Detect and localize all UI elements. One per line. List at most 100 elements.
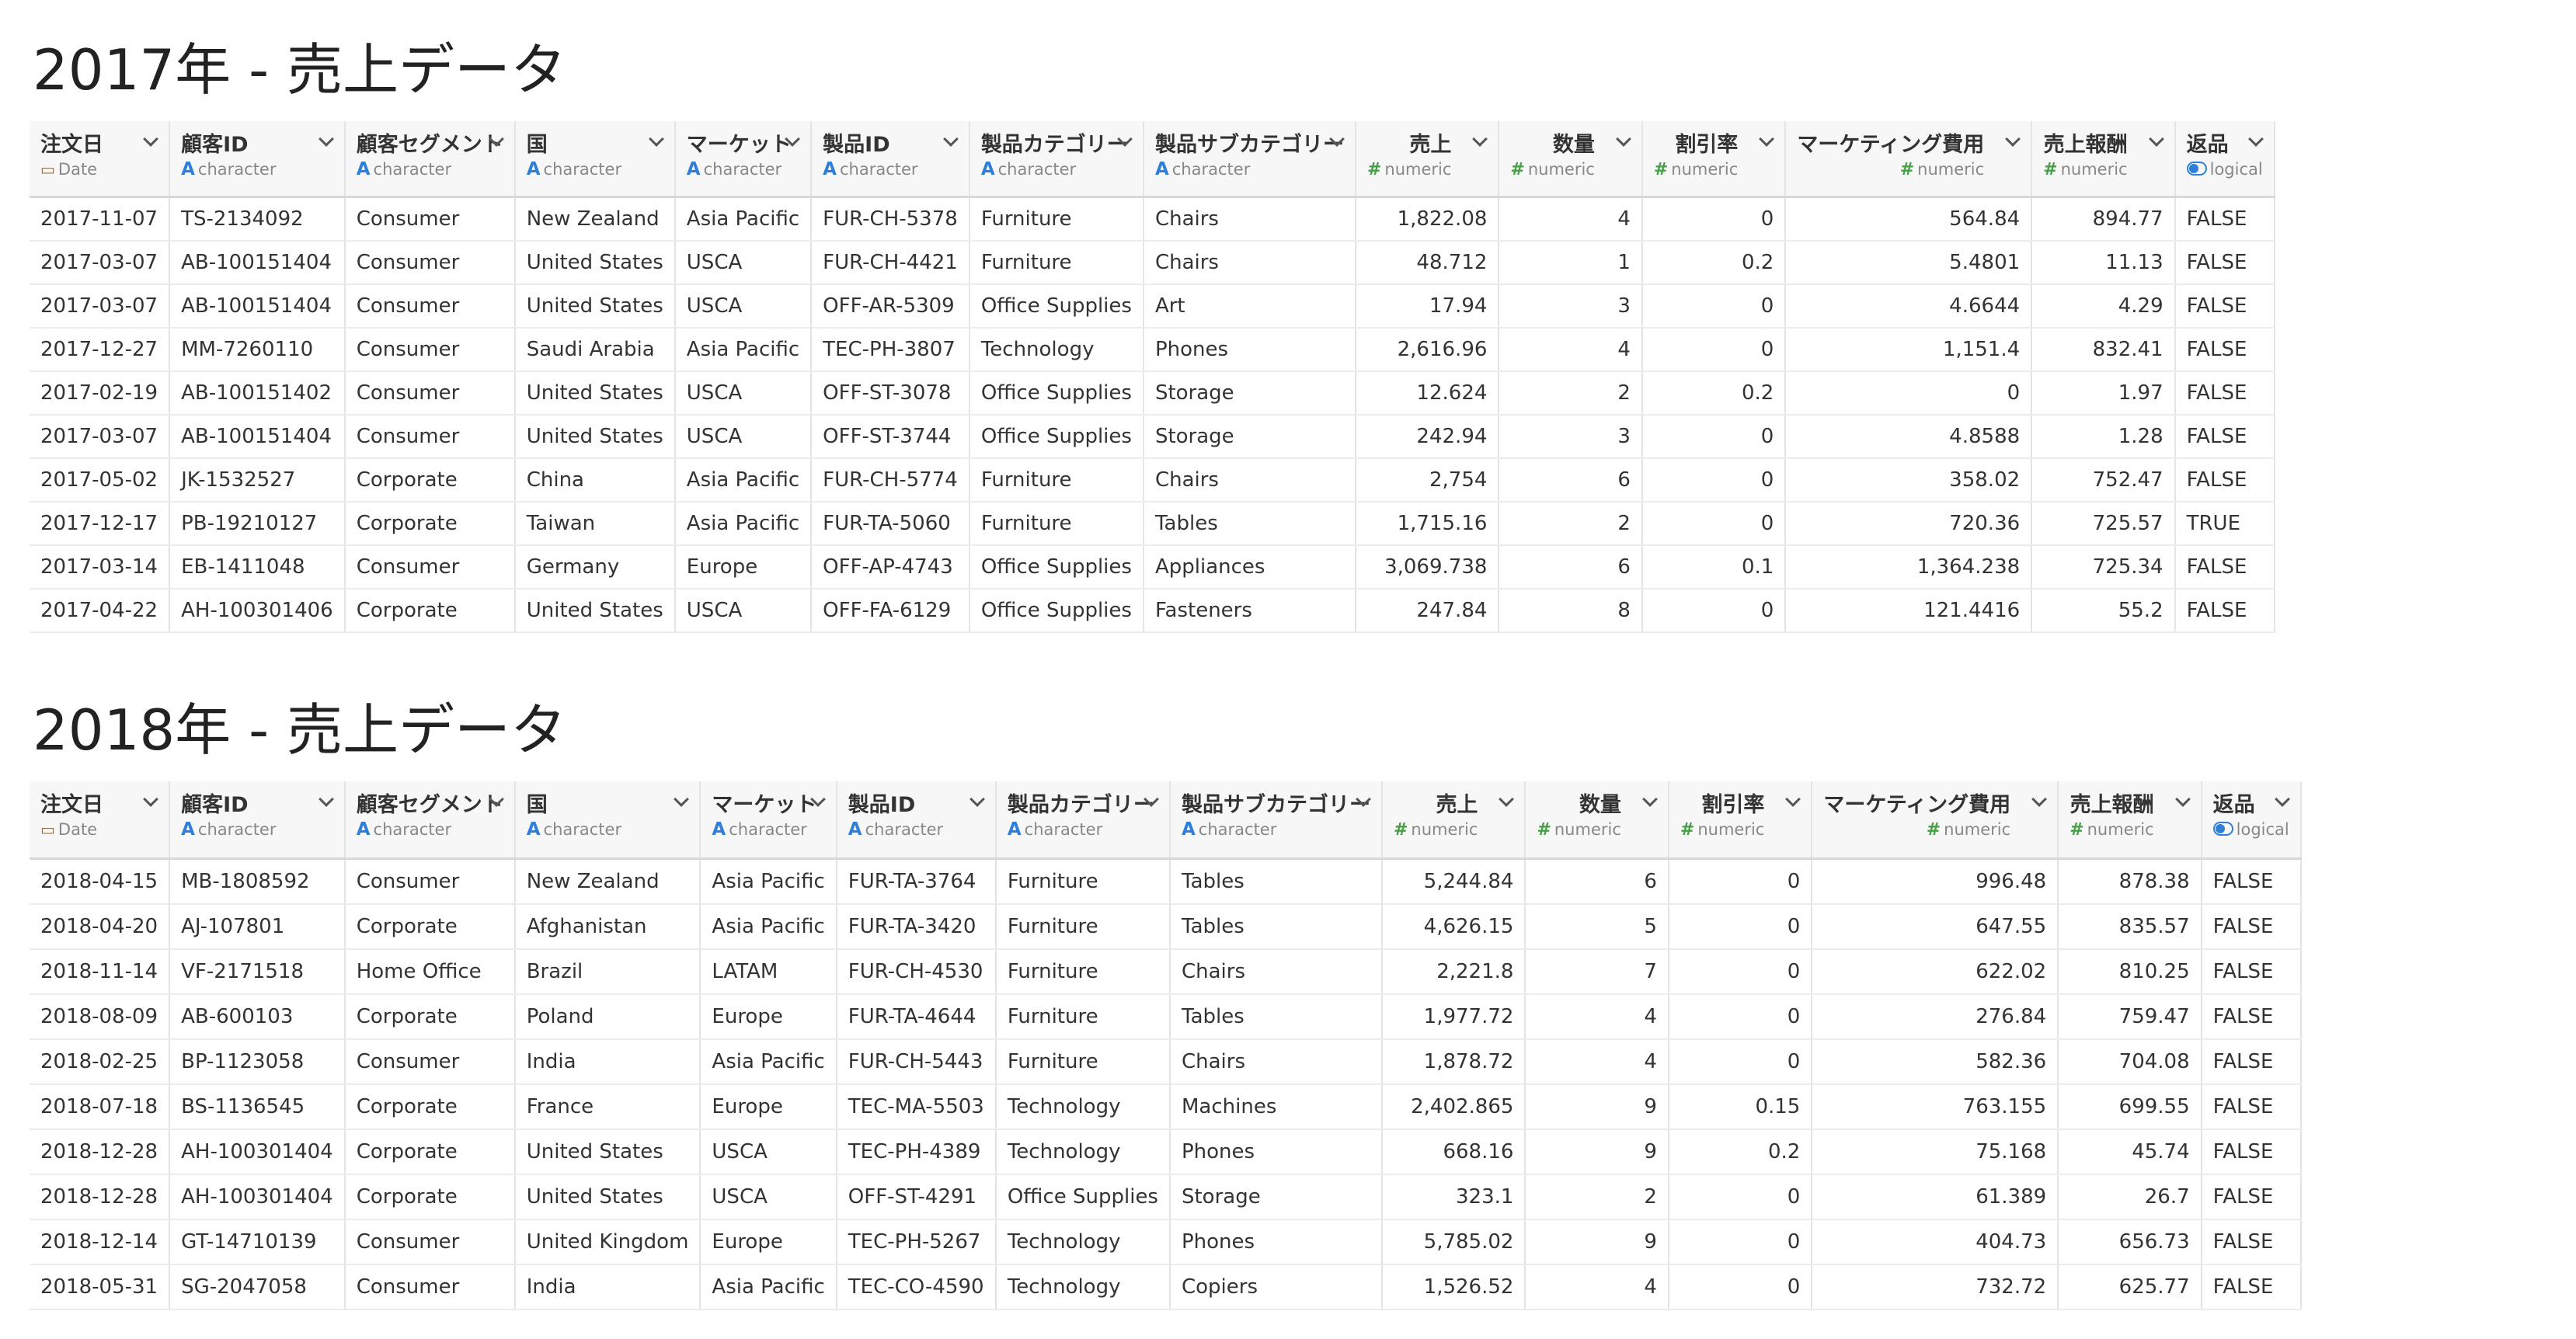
cell-order-date: 2017-12-27 xyxy=(30,328,171,372)
table-row: 2017-04-22 AH-100301406 Corporate United St… xyxy=(30,589,2275,633)
column-type-label: numeric xyxy=(1697,820,1765,839)
column-header-customer-id[interactable]: 顧客ID Acharacter xyxy=(169,781,346,860)
chevron-down-icon[interactable] xyxy=(2031,791,2048,807)
cell-order-date: 2017-05-02 xyxy=(30,458,171,503)
cell-quantity: 6 xyxy=(1525,858,1669,905)
column-header-market[interactable]: マーケット Acharacter xyxy=(674,121,813,198)
chevron-down-icon[interactable] xyxy=(2005,131,2021,147)
cell-marketing-cost: 0 xyxy=(1785,371,2033,416)
column-header-product-subcategory[interactable]: 製品サブカテゴリー Acharacter xyxy=(1143,121,1356,198)
column-header-marketing-cost[interactable]: マーケティング費用 # numeric xyxy=(1812,781,2059,860)
column-name: 製品サブカテゴリー xyxy=(1181,793,1370,817)
hash-icon: # xyxy=(1653,160,1669,179)
calendar-icon: ▭ xyxy=(40,820,55,839)
column-header-product-id[interactable]: 製品ID Acharacter xyxy=(836,781,997,860)
cell-product-category: Furniture xyxy=(969,197,1144,242)
cell-customer-id: VF-2171518 xyxy=(169,949,346,995)
column-name: 割引率 xyxy=(1675,133,1739,157)
chevron-down-icon[interactable] xyxy=(1499,791,1515,807)
column-name: 割引率 xyxy=(1701,793,1765,817)
text-type-icon: A xyxy=(1007,819,1022,840)
cell-quantity: 6 xyxy=(1499,458,1643,503)
column-type: Acharacter xyxy=(357,819,503,840)
cell-customer-segment: Consumer xyxy=(344,328,516,372)
cell-order-date: 2018-12-28 xyxy=(30,1129,171,1175)
cell-marketing-cost: 5.4801 xyxy=(1785,241,2033,285)
column-header-product-id[interactable]: 製品ID Acharacter xyxy=(811,121,970,198)
column-type-label: numeric xyxy=(1384,160,1452,179)
cell-country: New Zealand xyxy=(514,197,676,242)
column-type: # numeric xyxy=(1680,819,1764,841)
cell-customer-id: AH-100301406 xyxy=(169,589,346,633)
cell-product-id: TEC-PH-3807 xyxy=(811,328,970,372)
column-type-label: character xyxy=(197,820,277,839)
table-row: 2017-03-14 EB-1411048 Consumer Germany Europ… xyxy=(30,545,2275,590)
cell-customer-id: TS-2134092 xyxy=(169,197,346,242)
column-header-quantity[interactable]: 数量 # numeric xyxy=(1525,781,1669,860)
cell-market: Asia Pacific xyxy=(700,1039,837,1085)
column-header-quantity[interactable]: 数量 # numeric xyxy=(1499,121,1643,198)
column-name: マーケティング費用 xyxy=(1797,133,1985,157)
chevron-down-icon[interactable] xyxy=(1759,131,1775,147)
cell-customer-segment: Consumer xyxy=(344,197,516,242)
column-header-country[interactable]: 国 Acharacter xyxy=(514,781,701,860)
column-type-label: character xyxy=(543,820,622,839)
table-row: 2018-12-14 GT-14710139 Consumer United King… xyxy=(30,1219,2302,1265)
column-header-order-date[interactable]: 注文日 ▭ Date xyxy=(30,121,171,198)
cell-customer-id: BP-1123058 xyxy=(169,1039,346,1085)
column-header-profit[interactable]: 売上報酬 # numeric xyxy=(2031,121,2176,198)
cell-market: Asia Pacific xyxy=(674,197,813,242)
column-type-label: numeric xyxy=(1671,160,1739,179)
table-row: 2017-11-07 TS-2134092 Consumer New Zealand A… xyxy=(30,197,2275,242)
cell-profit: 759.47 xyxy=(2058,994,2202,1040)
text-type-icon: A xyxy=(181,159,195,179)
section-title: 2018年 - 売上データ xyxy=(33,697,566,763)
column-type-label: character xyxy=(1171,160,1251,179)
chevron-down-icon[interactable] xyxy=(1641,791,1658,807)
cell-returned: FALSE xyxy=(2174,371,2275,416)
column-header-product-category[interactable]: 製品カテゴリー Acharacter xyxy=(995,781,1171,860)
chevron-down-icon[interactable] xyxy=(1785,791,1801,807)
column-header-returned[interactable]: 返品 logical xyxy=(2201,781,2302,860)
column-header-market[interactable]: マーケット Acharacter xyxy=(700,781,837,860)
column-header-profit[interactable]: 売上報酬 # numeric xyxy=(2058,781,2202,860)
column-header-marketing-cost[interactable]: マーケティング費用 # numeric xyxy=(1785,121,2033,198)
column-header-sales[interactable]: 売上 # numeric xyxy=(1355,121,1500,198)
cell-sales: 1,822.08 xyxy=(1355,197,1500,242)
hash-icon: # xyxy=(2043,160,2058,179)
column-header-country[interactable]: 国 Acharacter xyxy=(514,121,676,198)
column-header-sales[interactable]: 売上 # numeric xyxy=(1381,781,1526,860)
cell-product-category: Furniture xyxy=(995,904,1171,950)
cell-country: New Zealand xyxy=(514,858,701,905)
column-header-returned[interactable]: 返品 logical xyxy=(2174,121,2275,198)
table-row: 2017-12-17 PB-19210127 Corporate Taiwan Asia… xyxy=(30,502,2275,546)
cell-profit: 835.57 xyxy=(2058,904,2202,950)
column-header-discount[interactable]: 割引率 # numeric xyxy=(1668,781,1813,860)
cell-customer-segment: Consumer xyxy=(344,284,516,329)
text-type-icon: A xyxy=(980,159,995,179)
column-type: Acharacter xyxy=(181,819,333,840)
cell-customer-id: AH-100301404 xyxy=(169,1174,346,1220)
column-header-product-category[interactable]: 製品カテゴリー Acharacter xyxy=(969,121,1144,198)
cell-market: USCA xyxy=(674,284,813,329)
cell-profit: 1.28 xyxy=(2031,415,2176,459)
column-type: Acharacter xyxy=(1155,158,1344,180)
chevron-down-icon[interactable] xyxy=(1472,131,1488,147)
column-type-label: character xyxy=(865,820,944,839)
column-header-customer-segment[interactable]: 顧客セグメント Acharacter xyxy=(344,781,516,860)
cell-profit: 11.13 xyxy=(2031,241,2176,285)
cell-product-subcategory: Storage xyxy=(1143,371,1356,416)
cell-order-date: 2018-07-18 xyxy=(30,1084,171,1130)
chevron-down-icon[interactable] xyxy=(2148,131,2164,147)
column-header-order-date[interactable]: 注文日 ▭ Date xyxy=(30,781,171,860)
chevron-down-icon[interactable] xyxy=(1615,131,1631,147)
column-header-discount[interactable]: 割引率 # numeric xyxy=(1641,121,1787,198)
column-header-product-subcategory[interactable]: 製品サブカテゴリー Acharacter xyxy=(1169,781,1383,860)
column-header-customer-segment[interactable]: 顧客セグメント Acharacter xyxy=(344,121,516,198)
column-header-customer-id[interactable]: 顧客ID Acharacter xyxy=(169,121,346,198)
cell-country: Taiwan xyxy=(514,502,676,546)
cell-customer-id: BS-1136545 xyxy=(169,1084,346,1130)
chevron-down-icon[interactable] xyxy=(2174,791,2191,807)
cell-product-category: Office Supplies xyxy=(969,589,1144,633)
cell-product-category: Furniture xyxy=(969,502,1144,546)
